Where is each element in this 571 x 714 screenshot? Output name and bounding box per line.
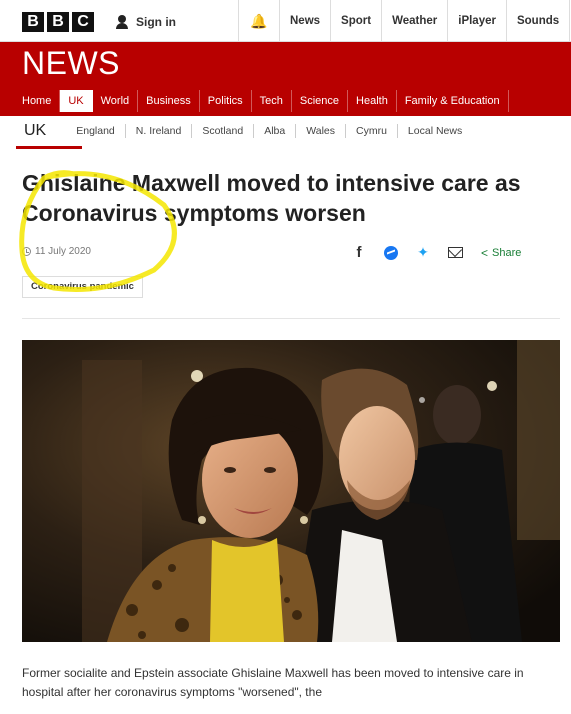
- article-meta-row: 11 July 2020 f ✦ < Share: [22, 244, 552, 262]
- article-body: Former socialite and Epstein associate G…: [22, 666, 524, 699]
- uk-subnav-title[interactable]: UK: [15, 122, 83, 149]
- bbc-logo[interactable]: B B C: [22, 12, 94, 32]
- logo-letter-b1: B: [22, 12, 44, 32]
- logo-letter-c: C: [72, 12, 94, 32]
- divider: [22, 318, 560, 319]
- article-date-text: 11 July 2020: [35, 246, 91, 257]
- share-label: Share: [492, 246, 522, 259]
- subnav-scotland[interactable]: Scotland: [192, 124, 255, 138]
- section-home[interactable]: Home: [14, 90, 61, 112]
- article-headline: Ghislaine Maxwell moved to intensive car…: [22, 170, 521, 226]
- section-health[interactable]: Health: [348, 90, 397, 112]
- logo-letter-b2: B: [47, 12, 69, 32]
- article-date: 11 July 2020: [22, 246, 91, 257]
- top-nav: News Sport Weather iPlayer Sounds: [280, 0, 571, 42]
- share-button[interactable]: < Share: [481, 246, 521, 260]
- topic-tag[interactable]: Coronavirus pandemic: [22, 276, 143, 298]
- subnav-n-ireland[interactable]: N. Ireland: [126, 124, 193, 138]
- bbc-top-bar: B B C Sign in 🔔 News Sport Weather iPlay…: [0, 0, 571, 42]
- section-family-education[interactable]: Family & Education: [397, 90, 509, 112]
- top-nav-sport[interactable]: Sport: [331, 0, 383, 42]
- article-photo: [22, 340, 560, 642]
- sign-in-label: Sign in: [136, 15, 176, 29]
- bell-icon[interactable]: 🔔: [238, 0, 280, 42]
- email-icon[interactable]: [448, 247, 463, 258]
- section-tech[interactable]: Tech: [252, 90, 292, 112]
- section-business[interactable]: Business: [138, 90, 200, 112]
- section-nav: Home UK World Business Politics Tech Sci…: [14, 90, 509, 112]
- messenger-icon[interactable]: [384, 245, 398, 260]
- user-icon: [115, 15, 129, 29]
- facebook-icon[interactable]: f: [352, 244, 366, 261]
- sign-in-link[interactable]: Sign in: [115, 12, 176, 32]
- share-tools: f ✦ < Share: [352, 244, 522, 261]
- section-world[interactable]: World: [93, 90, 139, 112]
- uk-subnav: UK England N. Ireland Scotland Alba Wale…: [0, 116, 571, 149]
- photo-illustration: [22, 340, 560, 642]
- top-nav-sounds[interactable]: Sounds: [507, 0, 571, 42]
- subnav-wales[interactable]: Wales: [296, 124, 346, 138]
- news-header: NEWS Home UK World Business Politics Tec…: [0, 42, 571, 116]
- section-politics[interactable]: Politics: [200, 90, 252, 112]
- subnav-alba[interactable]: Alba: [254, 124, 297, 138]
- share-icon: <: [481, 245, 489, 260]
- top-nav-weather[interactable]: Weather: [382, 0, 449, 42]
- subnav-cymru[interactable]: Cymru: [346, 124, 398, 138]
- subnav-local-news[interactable]: Local News: [398, 124, 472, 138]
- twitter-icon[interactable]: ✦: [416, 244, 430, 261]
- section-science[interactable]: Science: [292, 90, 349, 112]
- top-nav-news[interactable]: News: [280, 0, 332, 42]
- section-uk[interactable]: UK: [60, 90, 93, 112]
- news-title[interactable]: NEWS: [22, 42, 120, 84]
- clock-icon: [22, 247, 31, 256]
- top-nav-iplayer[interactable]: iPlayer: [448, 0, 507, 42]
- subnav-england[interactable]: England: [66, 124, 126, 138]
